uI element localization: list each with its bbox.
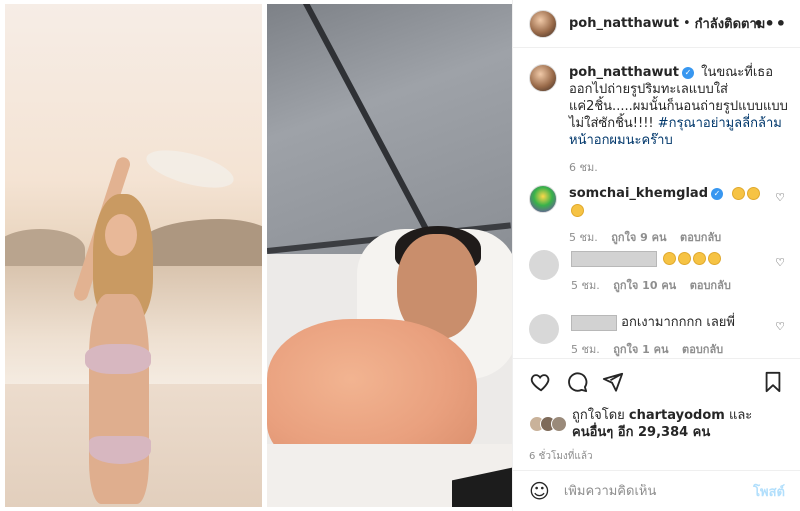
post-actions: ถูกใจโดย chartayodom และ คนอื่นๆ อีก 29,… xyxy=(513,358,800,480)
comment-text: อกเงามากกกก เลยพี่ xyxy=(621,315,735,330)
redacted-username xyxy=(571,250,657,267)
caption-meta: 6 ชม. xyxy=(569,159,789,176)
ceiling xyxy=(267,4,512,254)
post-timestamp[interactable]: 6 ชั่วโมงที่แล้ว xyxy=(529,449,785,464)
redacted-username xyxy=(571,314,617,331)
mountain-shape xyxy=(5,229,85,269)
liker-avatars xyxy=(529,416,567,432)
caption-username[interactable]: poh_natthawut xyxy=(569,65,679,80)
avatar[interactable] xyxy=(529,185,557,213)
laughing-emoji-icon xyxy=(571,204,584,217)
post-header: poh_natthawut • กำลังติดตาม ••• xyxy=(513,0,800,48)
reply-button[interactable]: ตอบกลับ xyxy=(690,279,731,292)
post-caption: poh_natthawut ✓ ในขณะที่เธอออกไปถ่ายรูปริ… xyxy=(529,64,789,176)
avatar[interactable] xyxy=(529,314,559,344)
comment-likes[interactable]: ถูกใจ 10 คน xyxy=(613,279,676,292)
liked-by-prefix: ถูกใจโดย xyxy=(572,408,625,423)
beach-photo xyxy=(5,4,262,507)
comment-meta: 5 ชม. ถูกใจ 1 คน ตอบกลับ xyxy=(571,341,771,358)
more-options-icon[interactable]: ••• xyxy=(753,14,787,33)
heart-icon[interactable] xyxy=(529,370,553,394)
instagram-post: poh_natthawut • กำลังติดตาม ••• poh_natt… xyxy=(0,0,800,511)
avatar[interactable] xyxy=(529,250,559,280)
bed-photo xyxy=(267,4,512,507)
laughing-emoji-icon xyxy=(693,252,707,265)
comment-meta: 5 ชม. ถูกใจ 10 คน ตอบกลับ xyxy=(571,277,771,294)
caption-time[interactable]: 6 ชม. xyxy=(569,161,598,174)
comment-item: somchai_khemglad ✓ 5 ชม. ถูกใจ 9 คน ตอบกล… xyxy=(529,185,785,246)
likes-summary: ถูกใจโดย chartayodom และ คนอื่นๆ อีก 29,… xyxy=(529,407,785,441)
bookmark-icon[interactable] xyxy=(761,370,785,394)
verified-badge-icon: ✓ xyxy=(681,66,694,79)
bikini-bottom xyxy=(89,436,151,464)
reply-button[interactable]: ตอบกลับ xyxy=(682,343,723,356)
laughing-emoji-icon xyxy=(747,187,761,200)
comment-item: อกเงามากกกก เลยพี่ 5 ชม. ถูกใจ 1 คน ตอบก… xyxy=(529,314,785,358)
comment-username[interactable]: somchai_khemglad xyxy=(569,186,708,201)
comment-time[interactable]: 5 ชม. xyxy=(569,231,598,244)
laughing-emoji-icon xyxy=(663,252,677,265)
woman-figure xyxy=(72,154,165,507)
separator-dot: • xyxy=(682,16,691,31)
comment-likes[interactable]: ถูกใจ 9 คน xyxy=(611,231,666,244)
laughing-emoji-icon xyxy=(732,187,746,200)
bikini-top xyxy=(85,344,151,374)
post-media[interactable] xyxy=(0,0,512,511)
share-icon[interactable] xyxy=(601,370,625,394)
comment-like-heart-icon[interactable]: ♡ xyxy=(775,191,785,204)
comment-item: 5 ชม. ถูกใจ 10 คน ตอบกลับ ♡ xyxy=(529,250,785,294)
comment-time[interactable]: 5 ชม. xyxy=(571,343,600,356)
face xyxy=(105,214,137,256)
liked-by-and: และ xyxy=(728,408,753,423)
comment-like-heart-icon[interactable]: ♡ xyxy=(775,320,785,333)
avatar[interactable] xyxy=(529,64,557,92)
verified-badge-icon: ✓ xyxy=(711,187,724,200)
add-comment-bar: ☺ โพสต์ xyxy=(513,470,800,511)
avatar xyxy=(551,416,567,432)
avatar[interactable] xyxy=(529,9,557,38)
post-sidebar: poh_natthawut • กำลังติดตาม ••• poh_natt… xyxy=(512,0,800,511)
comments-section[interactable]: poh_natthawut ✓ ในขณะที่เธอออกไปถ่ายรูปริ… xyxy=(513,48,800,358)
comment-likes[interactable]: ถูกใจ 1 คน xyxy=(613,343,668,356)
liked-by-text: ถูกใจโดย chartayodom และ คนอื่นๆ อีก 29,… xyxy=(572,407,752,441)
comment-meta: 5 ชม. ถูกใจ 9 คน ตอบกลับ xyxy=(569,229,769,246)
comment-input[interactable] xyxy=(563,483,734,499)
comment-like-heart-icon[interactable]: ♡ xyxy=(775,256,785,269)
laughing-emoji-icon xyxy=(678,252,692,265)
comment-icon[interactable] xyxy=(565,370,589,394)
liked-by-others[interactable]: คนอื่นๆ อีก 29,384 คน xyxy=(572,425,710,440)
body xyxy=(89,294,149,504)
action-icons xyxy=(529,369,785,395)
reply-button[interactable]: ตอบกลับ xyxy=(680,231,721,244)
liked-by-user[interactable]: chartayodom xyxy=(629,408,725,423)
post-button[interactable]: โพสต์ xyxy=(753,481,785,502)
emoji-icon[interactable]: ☺ xyxy=(529,479,550,503)
header-username[interactable]: poh_natthawut xyxy=(569,16,679,31)
laughing-emoji-icon xyxy=(708,252,722,265)
comment-time[interactable]: 5 ชม. xyxy=(571,279,600,292)
